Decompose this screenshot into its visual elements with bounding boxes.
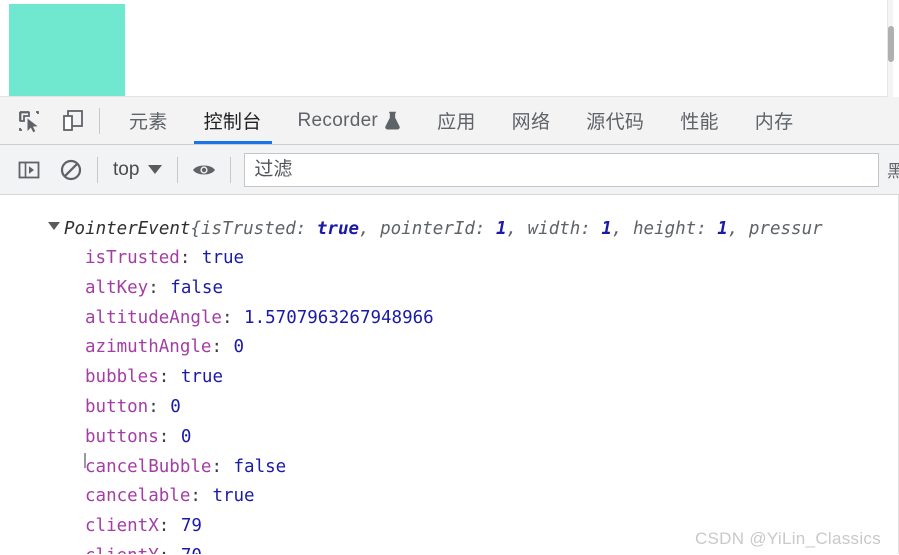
object-property-row[interactable]: azimuthAngle: 0: [85, 333, 898, 363]
tab-performance-label: 性能: [680, 112, 719, 133]
property-value: 0: [180, 426, 192, 447]
property-colon: :: [190, 486, 212, 507]
tab-recorder-label: Recorder: [297, 109, 379, 131]
filter-input[interactable]: [244, 152, 879, 187]
eye-icon[interactable]: [189, 155, 219, 185]
property-name: cancelable: [85, 486, 191, 507]
property-value: true: [212, 486, 255, 507]
object-property-row[interactable]: buttons: 0: [85, 423, 898, 453]
tab-network-label: 网络: [511, 112, 551, 133]
tab-elements-label: 元素: [129, 112, 168, 133]
console-divider-1: [97, 156, 98, 183]
property-colon: :: [211, 337, 233, 358]
tab-memory-label: 内存: [754, 112, 794, 133]
object-property-row[interactable]: altitudeAngle: 1.5707963267948966: [85, 304, 898, 334]
clear-console-icon[interactable]: [56, 155, 86, 185]
console-context-label: top: [113, 158, 140, 180]
console-toolbar: top 黑: [0, 145, 899, 195]
property-name: button: [85, 396, 149, 417]
object-property-row[interactable]: altKey: false: [85, 274, 898, 304]
property-colon: :: [148, 396, 170, 417]
devtools-screenshot: 元素 控制台 Recorder 应用 网络 源代码 性能 内存 top 过滤 黑…: [0, 0, 899, 555]
console-message-pointerevent: PointerEvent {isTrusted: true, pointerId…: [0, 195, 898, 554]
text-cursor: [84, 453, 86, 468]
teal-rectangle[interactable]: [9, 4, 125, 96]
console-divider-2: [177, 156, 179, 183]
property-name: altitudeAngle: [85, 307, 222, 328]
object-property-row[interactable]: isTrusted: true: [85, 244, 898, 274]
property-name: clientY: [85, 546, 159, 554]
tab-recorder[interactable]: Recorder: [280, 97, 420, 144]
property-name: cancelBubble: [85, 456, 212, 477]
sidebar-toggle-icon[interactable]: [14, 155, 44, 185]
property-name: isTrusted: [85, 248, 180, 268]
property-colon: :: [148, 277, 170, 298]
property-value: true: [180, 367, 223, 388]
property-value: 0: [233, 337, 245, 358]
object-preview-text: {isTrusted: true, pointerId: 1, width: 1…: [190, 219, 823, 239]
console-output[interactable]: PointerEvent {isTrusted: true, pointerId…: [0, 195, 899, 554]
object-property-row[interactable]: bubbles: true: [85, 363, 898, 393]
page-scrollbar-thumb[interactable]: [888, 26, 894, 62]
page-viewport: [0, 0, 894, 97]
devtools-tabstrip: 元素 控制台 Recorder 应用 网络 源代码 性能 内存: [0, 97, 899, 145]
object-constructor-name: PointerEvent: [64, 219, 191, 239]
tab-sources-label: 源代码: [586, 112, 645, 133]
property-value: false: [233, 456, 287, 477]
property-name: azimuthAngle: [85, 337, 212, 358]
property-value: 70: [180, 546, 202, 554]
property-colon: :: [179, 248, 201, 268]
object-preview-header[interactable]: PointerEvent {isTrusted: true, pointerId…: [0, 214, 898, 244]
object-property-row[interactable]: cancelable: true: [85, 482, 898, 512]
property-colon: :: [158, 367, 180, 388]
tab-network[interactable]: 网络: [494, 97, 569, 144]
tab-memory[interactable]: 内存: [737, 97, 812, 144]
property-value: 1.5707963267948966: [244, 307, 434, 328]
tab-application-label: 应用: [437, 112, 476, 133]
chevron-down-icon: [148, 165, 163, 174]
page-scrollbar[interactable]: [887, 0, 894, 97]
flask-icon: [384, 111, 401, 130]
console-context-selector[interactable]: top: [109, 159, 166, 181]
object-property-row[interactable]: button: 0: [85, 393, 898, 423]
property-name: clientX: [85, 516, 159, 537]
watermark: CSDN @YiLin_Classics: [694, 529, 881, 548]
object-property-row[interactable]: cancelBubble: false: [85, 453, 898, 483]
property-name: bubbles: [85, 367, 159, 388]
tab-performance[interactable]: 性能: [662, 97, 737, 144]
inspect-element-icon[interactable]: [14, 106, 44, 136]
property-value: 79: [180, 516, 202, 537]
property-value: true: [201, 248, 245, 268]
property-name: buttons: [85, 426, 159, 447]
property-colon: :: [158, 426, 180, 447]
tab-application[interactable]: 应用: [419, 97, 494, 144]
tab-console[interactable]: 控制台: [186, 97, 280, 144]
devtools-tool-icons: [0, 97, 88, 144]
console-divider-3: [230, 156, 232, 183]
tab-elements[interactable]: 元素: [111, 97, 186, 144]
expand-triangle-icon[interactable]: [48, 222, 60, 230]
property-value: false: [170, 277, 223, 298]
tab-console-label: 控制台: [203, 112, 262, 133]
property-name: altKey: [85, 277, 149, 298]
property-colon: :: [158, 516, 180, 537]
property-colon: :: [221, 307, 244, 328]
device-toolbar-icon[interactable]: [58, 106, 88, 136]
toolbar-divider: [99, 107, 100, 134]
devtools-tabs: 元素 控制台 Recorder 应用 网络 源代码 性能 内存: [111, 97, 899, 144]
tab-sources[interactable]: 源代码: [568, 97, 662, 144]
devtools-panel: 元素 控制台 Recorder 应用 网络 源代码 性能 内存 top 过滤 黑…: [0, 97, 899, 555]
property-colon: :: [211, 456, 233, 477]
property-value: 0: [170, 396, 181, 417]
property-colon: :: [159, 546, 180, 554]
object-properties-list: isTrusted: true altKey: false altitudeAngl…: [0, 244, 898, 554]
blackbox-toggle-label[interactable]: 黑: [879, 157, 899, 182]
